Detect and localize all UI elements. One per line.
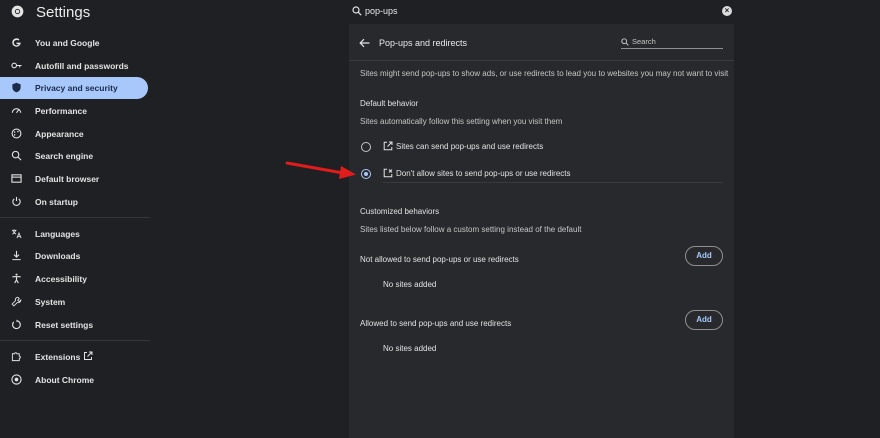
panel-search[interactable]: Search: [621, 37, 723, 49]
translate-icon: [11, 229, 22, 239]
add-not-allowed-button[interactable]: Add: [685, 246, 723, 266]
sidebar-item-on-startup[interactable]: On startup: [0, 191, 148, 213]
power-icon: [12, 196, 21, 207]
radio-block-popups[interactable]: [361, 169, 371, 179]
sidebar-item-you-and-google[interactable]: You and Google: [0, 32, 148, 54]
popup-blocked-icon: [383, 168, 393, 178]
sidebar-item-reset-settings[interactable]: Reset settings: [0, 314, 148, 336]
sidebar-item-label: Autofill and passwords: [35, 61, 129, 71]
not-allowed-label: Not allowed to send pop-ups or use redir…: [360, 255, 519, 264]
wrench-icon: [11, 296, 22, 307]
sidebar-item-label: You and Google: [35, 38, 100, 48]
search-input[interactable]: pop-ups: [365, 6, 398, 16]
option-allow-popups[interactable]: Sites can send pop-ups and use redirects: [357, 137, 723, 159]
search-icon: [11, 150, 22, 161]
sidebar-item-label: About Chrome: [35, 375, 95, 385]
sidebar-item-appearance[interactable]: Appearance: [0, 123, 148, 145]
accessibility-icon: [12, 273, 21, 284]
customized-subtext: Sites listed below follow a custom setti…: [360, 225, 582, 234]
sidebar-item-about-chrome[interactable]: About Chrome: [0, 369, 148, 391]
sidebar-item-label: Downloads: [35, 251, 81, 261]
sidebar-item-label: Extensions: [35, 352, 81, 362]
key-icon: [11, 62, 22, 69]
top-bar: Settings pop-ups ×: [0, 0, 880, 24]
gauge-icon: [11, 108, 22, 114]
sidebar-item-autofill[interactable]: Autofill and passwords: [0, 55, 148, 77]
sidebar-item-accessibility[interactable]: Accessibility: [0, 268, 148, 290]
sidebar-divider: [0, 340, 150, 341]
sidebar-item-label: Accessibility: [35, 274, 87, 284]
settings-search[interactable]: pop-ups ×: [346, 1, 740, 22]
option-label: Don't allow sites to send pop-ups or use…: [396, 169, 571, 178]
chrome-icon: [11, 374, 22, 385]
sidebar-item-performance[interactable]: Performance: [0, 100, 148, 122]
sidebar-item-default-browser[interactable]: Default browser: [0, 168, 148, 190]
sidebar-item-label: Privacy and security: [35, 83, 118, 93]
back-arrow-icon[interactable]: [359, 38, 370, 48]
panel-title: Pop-ups and redirects: [379, 38, 468, 48]
download-icon: [12, 250, 21, 261]
default-behavior-heading: Default behavior: [360, 99, 419, 108]
add-allowed-button[interactable]: Add: [685, 310, 723, 330]
google-icon: [12, 38, 21, 47]
shield-icon: [12, 82, 21, 93]
sidebar-divider: [0, 217, 150, 218]
sidebar-item-extensions[interactable]: Extensions: [0, 346, 148, 368]
sidebar-item-label: Appearance: [35, 129, 84, 139]
sidebar-item-languages[interactable]: Languages: [0, 223, 148, 245]
default-behavior-subtext: Sites automatically follow this setting …: [360, 117, 563, 126]
sidebar-item-label: System: [35, 297, 66, 307]
search-icon: [621, 38, 629, 46]
sidebar-item-label: Search engine: [35, 151, 94, 161]
customized-heading: Customized behaviors: [360, 207, 440, 216]
option-label: Sites can send pop-ups and use redirects: [396, 142, 544, 151]
radio-allow-popups[interactable]: [361, 142, 371, 152]
sidebar-item-downloads[interactable]: Downloads: [0, 245, 148, 267]
sidebar-item-label: Reset settings: [35, 320, 94, 330]
annotation-arrow-icon: [285, 161, 356, 179]
clear-search-icon[interactable]: ×: [722, 6, 732, 16]
panel-search-placeholder[interactable]: Search: [632, 37, 656, 46]
sidebar-item-label: Default browser: [35, 174, 100, 184]
open-in-new-icon: [84, 351, 93, 360]
sidebar-item-label: On startup: [35, 197, 78, 207]
sidebar-item-privacy[interactable]: Privacy and security: [0, 77, 148, 99]
search-icon: [352, 6, 362, 16]
sidebar-item-label: Languages: [35, 229, 80, 239]
puzzle-icon: [11, 352, 21, 362]
settings-panel: Pop-ups and redirects Search Sites might…: [349, 24, 734, 438]
not-allowed-empty: No sites added: [383, 280, 437, 289]
browser-icon: [11, 174, 22, 183]
page-title: Settings: [36, 4, 91, 21]
palette-icon: [11, 128, 22, 139]
external-link-icon: [383, 141, 393, 151]
reset-icon: [12, 319, 21, 330]
header-divider: [349, 60, 734, 61]
panel-description: Sites might send pop-ups to show ads, or…: [360, 69, 729, 78]
allowed-label: Allowed to send pop-ups and use redirect…: [360, 319, 512, 328]
sidebar-item-system[interactable]: System: [0, 291, 148, 313]
sidebar-item-search-engine[interactable]: Search engine: [0, 145, 148, 167]
chrome-logo-icon: [11, 5, 24, 18]
option-block-popups[interactable]: Don't allow sites to send pop-ups or use…: [357, 164, 723, 186]
sidebar-item-label: Performance: [35, 106, 87, 116]
allowed-empty: No sites added: [383, 344, 437, 353]
